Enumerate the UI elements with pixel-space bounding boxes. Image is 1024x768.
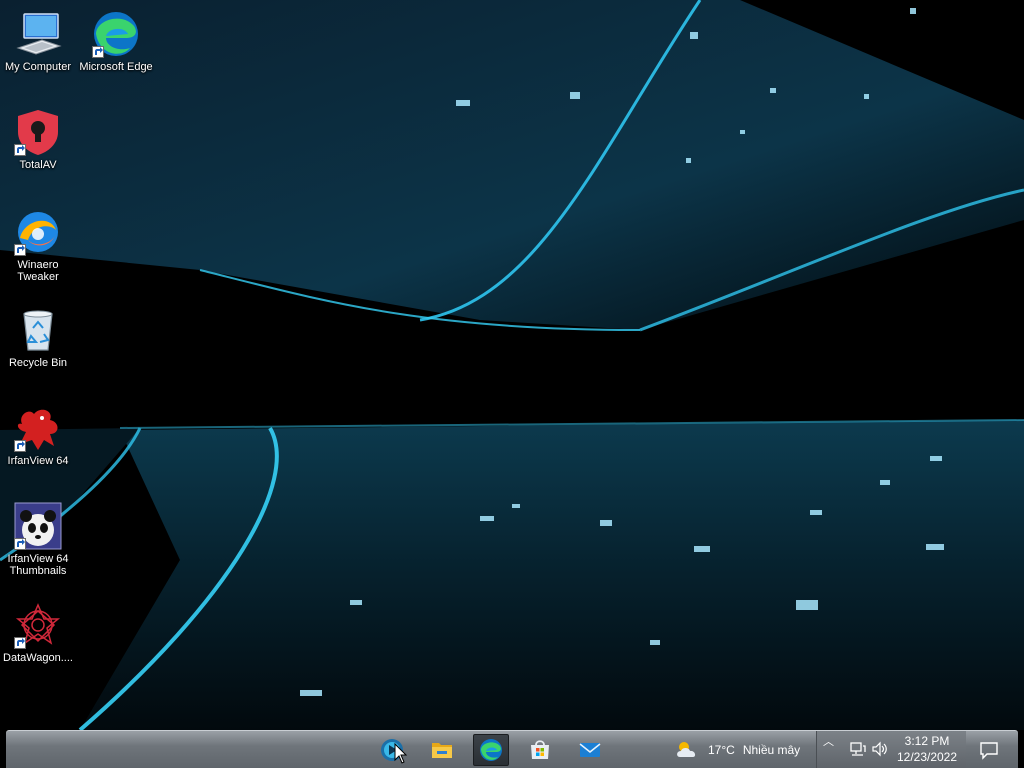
desktop-icon-label: DataWagon.... [3,652,73,664]
desktop-icon-label: My Computer [4,61,72,73]
recycle-bin-icon [23,310,53,351]
desktop-icon-microsoft-edge[interactable]: Microsoft Edge [78,6,154,94]
desktop-icon-winaero-tweaker[interactable]: Winaero Tweaker [0,204,76,292]
clock-date: 12/23/2022 [896,750,958,764]
desktop-icon-label: TotalAV [19,159,57,171]
taskbar-file-explorer-button[interactable] [424,734,460,766]
taskbar-edge-button[interactable] [473,734,509,766]
desktop-icon-irfanview-64-thumbnails[interactable]: IrfanView 64 Thumbnails [0,498,76,586]
desktop-icon-my-computer[interactable]: My Computer [0,6,76,94]
weather-widget[interactable]: 17°C Nhiều mây [674,735,800,765]
shortcut-arrow-icon [14,637,26,649]
shortcut-arrow-icon [92,46,104,58]
show-hidden-icons-chevron-icon[interactable]: ︿ [823,733,834,749]
edge-icon [480,739,502,761]
taskbar: 17°C Nhiều mây ︿ 3:12 PM 12/23/2022 [6,730,1018,768]
file-explorer-icon [432,743,452,758]
desktop-icon-label: Winaero Tweaker [17,259,59,283]
network-icon[interactable] [849,740,867,758]
desktop-icon-recycle-bin[interactable]: Recycle Bin [0,302,76,390]
desktop-icon-label: IrfanView 64 [7,455,69,467]
desktop-icon-label: Recycle Bin [8,357,68,369]
action-center-button[interactable] [966,731,1012,768]
shortcut-arrow-icon [14,144,26,156]
desktop-icon-datawagon[interactable]: DataWagon.... [0,597,76,685]
partly-cloudy-icon [677,742,696,757]
computer-icon [16,13,62,55]
shortcut-arrow-icon [14,440,26,452]
shortcut-arrow-icon [14,538,26,550]
weather-temperature: 17°C [708,743,735,757]
taskbar-store-button[interactable] [522,734,558,766]
media-player-icon [381,739,403,761]
taskbar-mail-button[interactable] [572,734,608,766]
taskbar-media-player-button[interactable] [374,734,410,766]
desktop-icon-label: Microsoft Edge [79,61,153,73]
action-center-icon [980,742,998,760]
store-icon [531,740,549,759]
desktop-icon-label: IrfanView 64 Thumbnails [7,553,69,577]
system-tray: ︿ 3:12 PM 12/23/2022 [816,731,966,768]
shortcut-arrow-icon [14,244,26,256]
desktop-icon-totalav[interactable]: TotalAV [0,104,76,192]
clock-time: 3:12 PM [904,734,950,748]
weather-condition: Nhiều mây [742,743,801,757]
desktop-icon-irfanview-64[interactable]: IrfanView 64 [0,400,76,488]
taskbar-clock[interactable]: 3:12 PM 12/23/2022 [887,733,967,765]
desktop-wallpaper [0,0,1024,730]
mail-icon [579,743,601,757]
